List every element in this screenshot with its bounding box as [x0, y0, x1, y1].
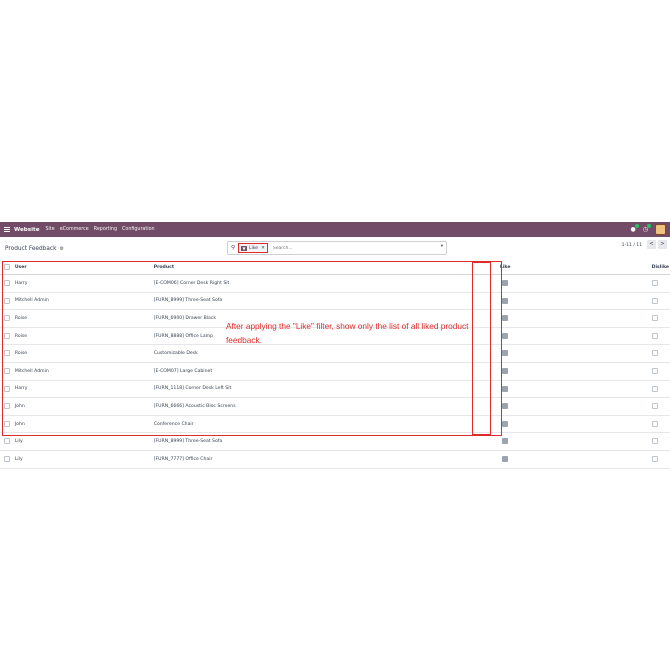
menu-site[interactable]: Site [45, 227, 54, 232]
page-title-text: Product Feedback [5, 246, 57, 252]
cell-dislike [553, 327, 670, 346]
row-select-checkbox[interactable] [4, 455, 10, 462]
dislike-checkbox [651, 438, 658, 445]
row-select-cell [0, 450, 14, 469]
highlight-list-box [2, 261, 502, 436]
menu-ecommerce[interactable]: eCommerce [60, 227, 89, 232]
chat-icon[interactable]: ● [631, 224, 639, 233]
filter-facet-label: Like [249, 245, 259, 251]
cell-dislike [553, 397, 670, 416]
cell-dislike [553, 274, 670, 293]
like-checkbox [502, 297, 509, 304]
like-checkbox [502, 385, 509, 392]
annotation-text: After applying the "Like" filter, show o… [226, 321, 469, 345]
menu-reporting[interactable]: Reporting [94, 227, 117, 232]
cell-dislike [553, 309, 670, 328]
menu-configuration[interactable]: Configuration [122, 227, 155, 232]
pager-next-button[interactable]: > [658, 240, 667, 249]
dislike-checkbox [651, 455, 658, 462]
search-icon[interactable]: ⚲ [231, 245, 235, 251]
like-checkbox [502, 350, 509, 357]
cell-dislike [553, 415, 670, 434]
cell-user[interactable]: Lily [13, 450, 153, 469]
control-panel: Product Feedback⚙ ⚲ ▼ Like ✕ ▾ 1-11 / 11… [0, 237, 670, 261]
search-dropdown-toggle-icon[interactable]: ▾ [441, 244, 443, 249]
search-bar[interactable]: ⚲ ▼ Like ✕ ▾ [227, 241, 447, 255]
like-checkbox [502, 420, 509, 427]
cell-dislike [553, 450, 670, 469]
like-checkbox [502, 455, 509, 462]
cell-dislike [553, 292, 670, 311]
dislike-checkbox [651, 350, 658, 357]
like-checkbox [502, 280, 509, 287]
like-checkbox [502, 332, 509, 339]
app-brand[interactable]: Website [14, 227, 39, 233]
dislike-checkbox [651, 280, 658, 287]
dislike-checkbox [651, 368, 658, 375]
column-header-dislike[interactable]: Dislike [553, 261, 670, 275]
pager-prev-button[interactable]: < [647, 240, 656, 249]
dislike-checkbox [651, 297, 658, 304]
cell-dislike [553, 362, 670, 381]
dislike-checkbox [651, 332, 658, 339]
activity-icon[interactable]: ◷ [643, 224, 651, 233]
cell-dislike [553, 344, 670, 363]
avatar[interactable] [655, 224, 666, 235]
dislike-checkbox [651, 403, 658, 410]
gear-icon[interactable]: ⚙ [59, 246, 63, 252]
filter-facet[interactable]: ▼ Like ✕ [238, 243, 268, 253]
search-input[interactable] [270, 243, 425, 253]
dislike-checkbox [651, 420, 658, 427]
like-checkbox [502, 403, 509, 410]
like-checkbox [502, 368, 509, 375]
pager-value[interactable]: 1-11 / 11 [622, 243, 642, 248]
dislike-checkbox [651, 385, 658, 392]
filter-icon: ▼ [241, 245, 248, 251]
cell-dislike [553, 380, 670, 399]
highlight-like-column [472, 262, 491, 435]
table-row[interactable]: Lily [FURN_7777] Office Chair [0, 450, 670, 469]
top-navbar: Website Site eCommerce Reporting Configu… [0, 222, 670, 237]
cell-product[interactable]: [FURN_7777] Office Chair [152, 450, 457, 469]
cell-like [456, 450, 554, 469]
row-select-checkbox[interactable] [4, 438, 10, 445]
dislike-checkbox [651, 315, 658, 322]
like-checkbox [502, 315, 509, 322]
cell-dislike [553, 432, 670, 451]
like-checkbox [502, 438, 509, 445]
page-title: Product Feedback ⚙ [5, 246, 64, 252]
apps-grid-icon[interactable] [4, 226, 10, 233]
remove-filter-icon[interactable]: ✕ [261, 246, 265, 251]
systray: ● ◷ [631, 224, 666, 235]
